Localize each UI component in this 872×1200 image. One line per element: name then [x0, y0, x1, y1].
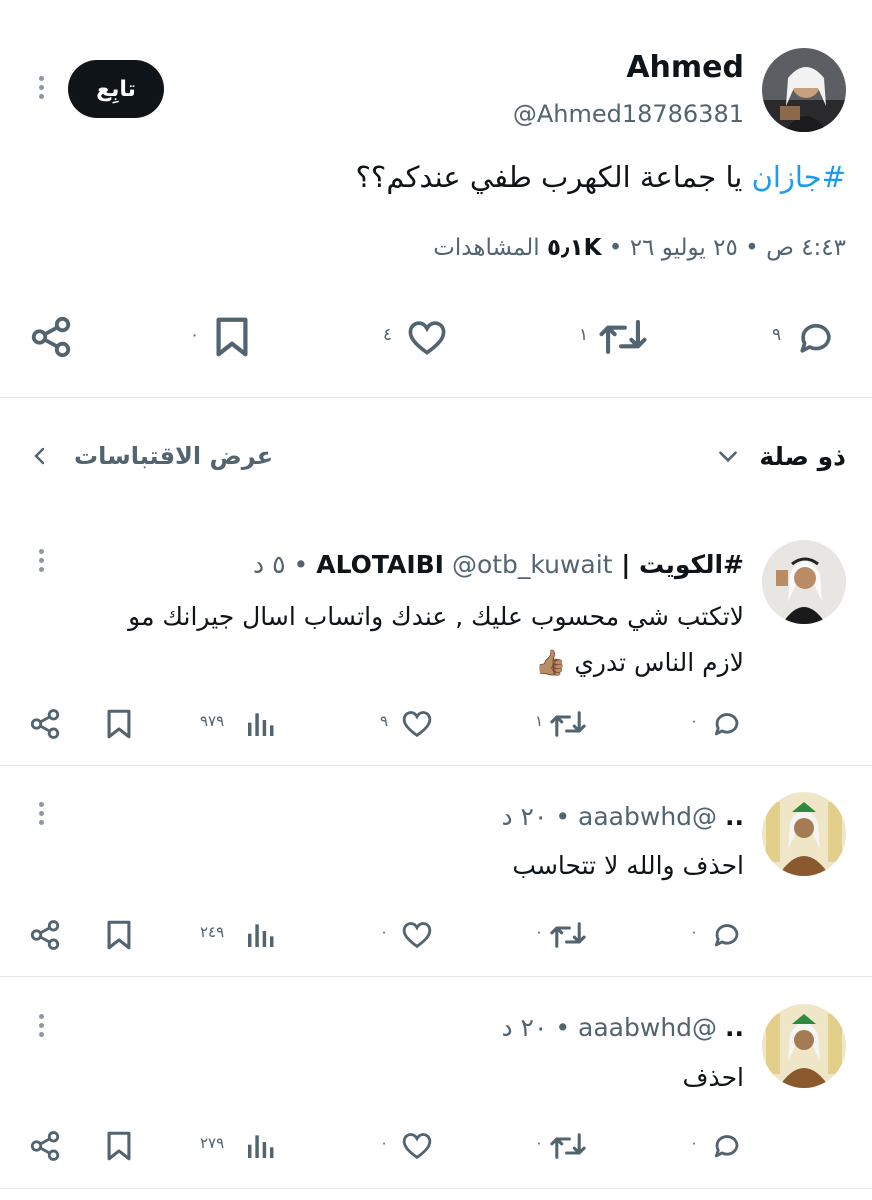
reply-count: ٩ — [772, 325, 782, 345]
views-icon[interactable] — [244, 1129, 276, 1163]
reply-header: .. @aaabwhd • ٢٠ د — [501, 1008, 744, 1048]
reply-avatar[interactable] — [762, 1004, 846, 1088]
view-quotes-label: عرض الاقتباسات — [74, 442, 274, 470]
reply-text: احذف — [683, 1055, 744, 1101]
reply-text-line: لاتكتب شي محسوب عليك , عندك واتساب اسال … — [128, 602, 744, 631]
retweet-count: ١ — [579, 325, 589, 345]
retweet-icon[interactable] — [547, 918, 589, 952]
reply-icon[interactable] — [710, 918, 744, 952]
views-count: ٩٧٩ — [200, 712, 225, 730]
like-icon[interactable] — [399, 707, 435, 741]
divider — [0, 765, 872, 766]
more-options-icon[interactable] — [39, 76, 45, 103]
reply-author-handle[interactable]: @otb_kuwait — [452, 550, 613, 579]
divider — [0, 976, 872, 977]
bookmark-icon[interactable] — [104, 707, 134, 741]
chevron-left-icon — [28, 443, 52, 469]
more-options-icon[interactable] — [39, 549, 45, 576]
share-icon[interactable] — [28, 314, 74, 360]
reply-count: ٠ — [690, 1134, 699, 1152]
reply-author-handle[interactable]: @aaabwhd — [578, 802, 717, 831]
reply-icon[interactable] — [710, 707, 744, 741]
retweet-count: ١ — [535, 712, 544, 730]
reply-count: ٠ — [690, 923, 699, 941]
author-avatar[interactable] — [762, 48, 846, 132]
like-icon[interactable] — [404, 316, 450, 360]
tweet-text-line: #جازان يا جماعة الكهرب طفي عندكم؟؟ — [356, 155, 846, 199]
author-handle[interactable]: @Ahmed18786381 — [513, 96, 744, 132]
reply-header: .. @aaabwhd • ٢٠ د — [501, 797, 744, 837]
tweet-timestamp[interactable]: ٤:٤٣ ص • ٢٥ يوليو ٢٦ • — [609, 235, 846, 261]
divider — [0, 1188, 872, 1189]
reply-header: #الكويت | ALOTAIBI @otb_kuwait • ٥ د — [253, 545, 744, 585]
bookmark-icon[interactable] — [212, 314, 252, 360]
share-icon[interactable] — [28, 918, 62, 952]
bookmark-icon[interactable] — [104, 918, 134, 952]
like-count: ٩ — [380, 712, 389, 730]
sort-dropdown[interactable]: ذو صلة — [715, 436, 846, 476]
retweet-icon[interactable] — [595, 314, 651, 360]
reply-avatar[interactable] — [762, 792, 846, 876]
bookmark-icon[interactable] — [104, 1129, 134, 1163]
views-count: ٢٧٩ — [200, 1134, 225, 1152]
reply-count: ٠ — [690, 712, 699, 730]
reply-author-name[interactable]: .. — [725, 1013, 744, 1042]
views-count: ٥٫١K — [546, 235, 602, 261]
view-quotes-link[interactable]: عرض الاقتباسات — [28, 436, 273, 476]
reply-author-handle[interactable]: @aaabwhd — [578, 1013, 717, 1042]
retweet-count: ٠ — [535, 1134, 544, 1152]
like-count: ٠ — [380, 923, 389, 941]
reply-icon[interactable] — [710, 1129, 744, 1163]
reply-text: احذف والله لا تتحاسب — [512, 843, 744, 889]
hashtag-link[interactable]: #جازان — [752, 160, 846, 194]
reply-time[interactable]: • ٢٠ د — [501, 1013, 570, 1042]
bookmark-count: ٠ — [190, 325, 200, 345]
author-name[interactable]: Ahmed — [626, 48, 744, 88]
reply-avatar[interactable] — [762, 540, 846, 624]
views-icon[interactable] — [244, 707, 276, 741]
reply-text-line: احذف والله لا تتحاسب — [512, 851, 744, 880]
reply-author-name[interactable]: .. — [725, 802, 744, 831]
reply-text: لاتكتب شي محسوب عليك , عندك واتساب اسال … — [128, 594, 744, 686]
like-icon[interactable] — [399, 1129, 435, 1163]
like-count: ٠ — [380, 1134, 389, 1152]
retweet-count: ٠ — [535, 923, 544, 941]
tweet-meta: ٤:٤٣ ص • ٢٥ يوليو ٢٦ • ٥٫١K المشاهدات — [433, 230, 846, 266]
views-icon[interactable] — [244, 918, 276, 952]
share-icon[interactable] — [28, 1129, 62, 1163]
tweet-text: يا جماعة الكهرب طفي عندكم؟؟ — [355, 160, 743, 194]
retweet-icon[interactable] — [547, 707, 589, 741]
reply-time[interactable]: • ٢٠ د — [501, 802, 570, 831]
like-count: ٤ — [383, 325, 393, 345]
views-count: ٢٤٩ — [200, 923, 225, 941]
reply-text-line: لازم الناس تدري 👍🏽 — [535, 648, 744, 677]
reply-icon[interactable] — [794, 316, 838, 360]
more-options-icon[interactable] — [39, 802, 45, 829]
reply-time[interactable]: • ٥ د — [253, 550, 308, 579]
like-icon[interactable] — [399, 918, 435, 952]
share-icon[interactable] — [28, 707, 62, 741]
more-options-icon[interactable] — [39, 1014, 45, 1041]
retweet-icon[interactable] — [547, 1129, 589, 1163]
follow-button[interactable]: تابِع — [68, 60, 164, 118]
views-label: المشاهدات — [433, 235, 540, 261]
divider — [0, 397, 872, 398]
chevron-down-icon — [715, 443, 741, 469]
reply-text-line: احذف — [682, 1063, 744, 1092]
sort-label: ذو صلة — [759, 441, 846, 471]
